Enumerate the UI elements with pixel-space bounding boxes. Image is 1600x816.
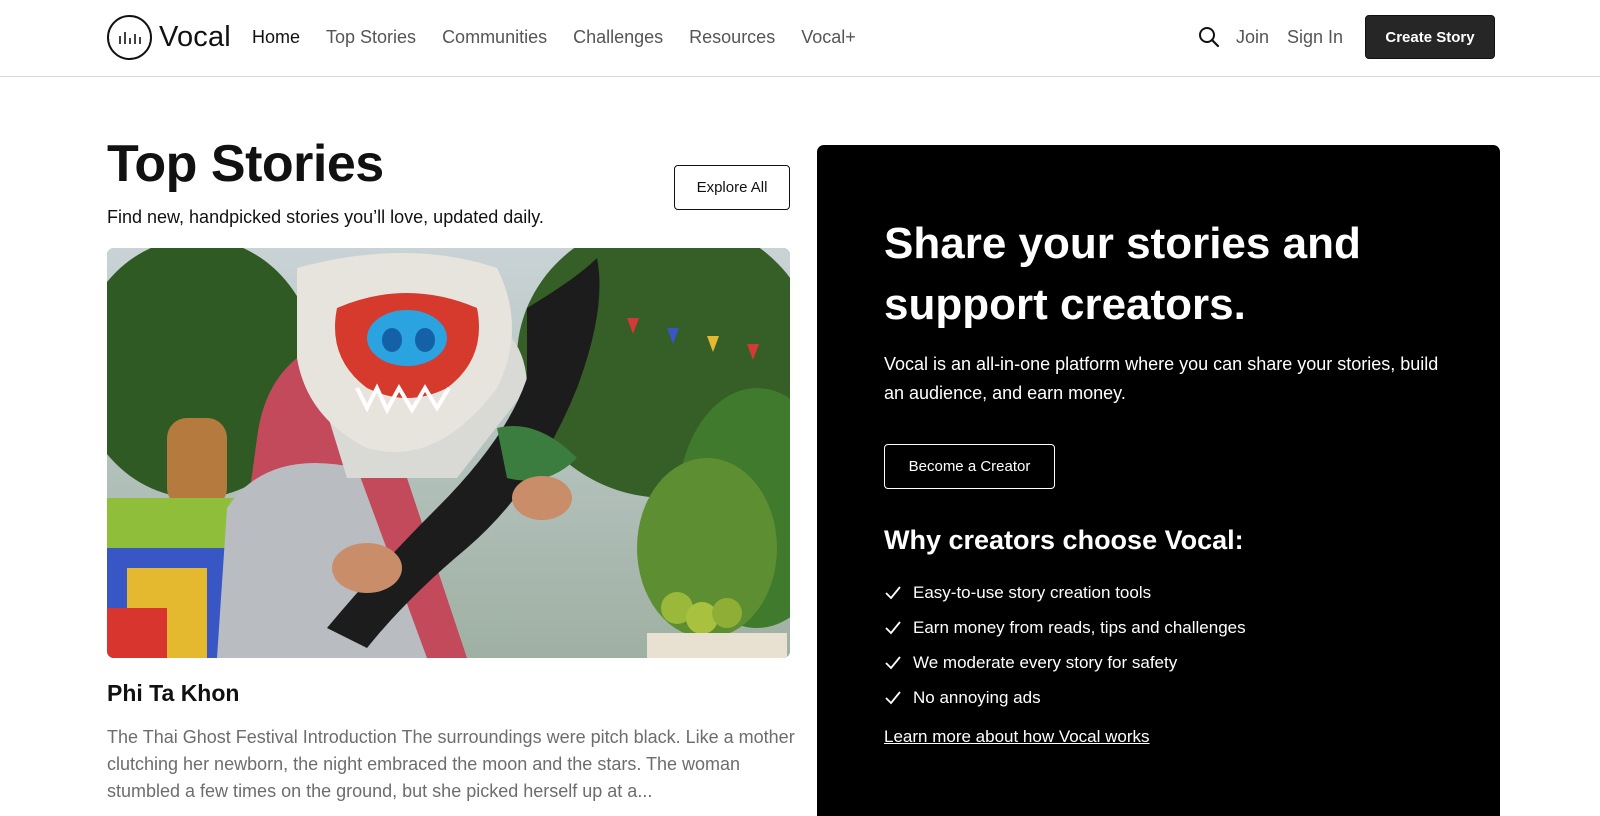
checkmark-icon (885, 690, 901, 704)
top-stories-title: Top Stories (107, 135, 384, 193)
create-story-button[interactable]: Create Story (1365, 15, 1495, 59)
explore-all-button[interactable]: Explore All (674, 165, 790, 210)
why-creators-title: Why creators choose Vocal: (884, 525, 1244, 555)
nav-challenges[interactable]: Challenges (573, 25, 663, 49)
reason-text: Easy-to-use story creation tools (913, 582, 1152, 602)
vocal-logo[interactable]: Vocal (107, 15, 231, 60)
nav-home[interactable]: Home (252, 25, 300, 49)
checkmark-icon (885, 655, 901, 669)
nav-top-stories[interactable]: Top Stories (326, 25, 416, 49)
nav-vocal-plus[interactable]: Vocal+ (801, 25, 856, 49)
sign-in-link[interactable]: Sign In (1287, 25, 1343, 49)
promo-description: Vocal is an all-in-one platform where yo… (884, 354, 1439, 403)
reason-item: Easy-to-use story creation tools (884, 575, 1246, 610)
vocal-logo-icon (107, 15, 152, 60)
nav-resources[interactable]: Resources (689, 25, 775, 49)
reason-item: We moderate every story for safety (884, 645, 1246, 680)
creator-promo-panel: Share your stories and support creators.… (817, 145, 1500, 816)
learn-more-link[interactable]: Learn more about how Vocal works (884, 727, 1150, 747)
reasons-list: Easy-to-use story creation tools Earn mo… (884, 575, 1246, 715)
nav-communities[interactable]: Communities (442, 25, 547, 49)
join-link[interactable]: Join (1236, 25, 1269, 49)
site-header: Vocal Home Top Stories Communities Chall… (0, 0, 1600, 77)
logo-text: Vocal (159, 21, 231, 53)
promo-title: Share your stories and support creators. (884, 219, 1361, 329)
reason-text: Earn money from reads, tips and challeng… (913, 617, 1246, 637)
checkmark-icon (885, 585, 901, 599)
reason-text: We moderate every story for safety (913, 652, 1178, 672)
top-stories-subtitle: Find new, handpicked stories you’ll love… (107, 207, 544, 227)
reason-item: Earn money from reads, tips and challeng… (884, 610, 1246, 645)
become-creator-button[interactable]: Become a Creator (884, 444, 1055, 489)
story-title[interactable]: Phi Ta Khon (107, 680, 239, 707)
story-excerpt: The Thai Ghost Festival Introduction The… (107, 727, 795, 801)
checkmark-icon (885, 620, 901, 634)
story-image[interactable] (107, 248, 790, 658)
reason-text: No annoying ads (913, 687, 1041, 707)
reason-item: No annoying ads (884, 680, 1246, 715)
search-icon[interactable] (1198, 26, 1220, 48)
main-nav: Home Top Stories Communities Challenges … (252, 25, 856, 49)
